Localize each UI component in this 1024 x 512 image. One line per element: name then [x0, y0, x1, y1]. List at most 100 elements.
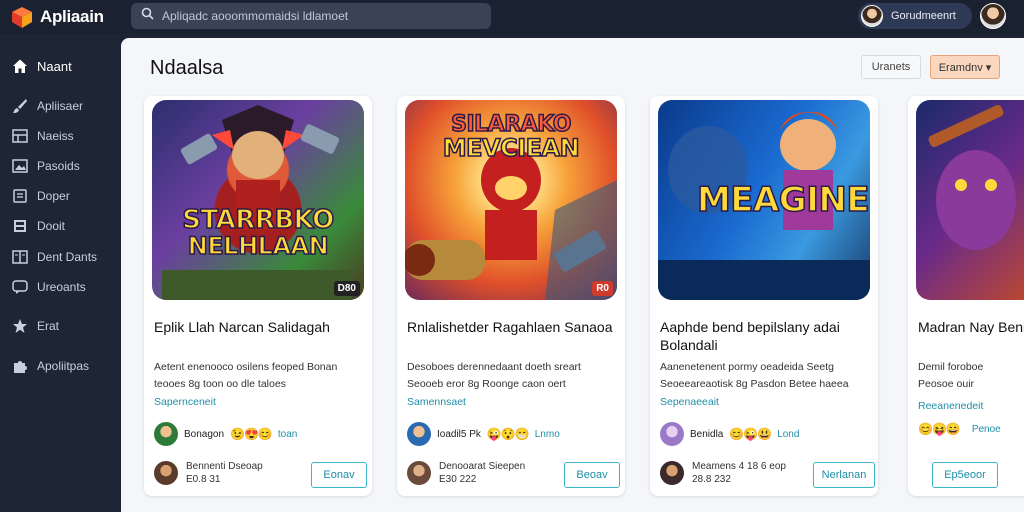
user-avatar: [861, 5, 883, 27]
game-card[interactable]: SILARAKO MEVCIEAN R0 Rnlalishetder Ragah…: [397, 96, 625, 496]
meta-row: Bennenti Dseoap E0.8 31: [154, 460, 263, 486]
meta-line-2: 28.8 232: [692, 474, 731, 485]
card-action-button[interactable]: Ep5eoor: [932, 462, 998, 488]
thumbnail-title-line2: MEAGINE: [696, 179, 870, 221]
app-name: Apliaain: [40, 7, 104, 26]
card-title[interactable]: Eplik Llah Narcan Salidagah: [154, 318, 364, 336]
filter-button[interactable]: Uranets: [861, 55, 921, 79]
reaction-count: Penoe: [971, 423, 1001, 435]
search-icon: [141, 7, 154, 25]
chat-icon: [12, 279, 28, 295]
reaction-emojis: 😊😜😃: [729, 427, 772, 441]
sidebar-item-dooit[interactable]: Dooit: [0, 213, 120, 239]
sidebar-item-apoliitpas[interactable]: Apoliitpas: [0, 353, 120, 379]
image-icon: [12, 158, 28, 174]
meta-line-1: Bennenti Dseoap: [186, 461, 263, 472]
reaction-count: Lnmo: [534, 428, 560, 440]
card-category-link[interactable]: Reeanenedeit: [918, 400, 983, 412]
card-category-link[interactable]: Samennsaet: [407, 396, 466, 408]
chevron-down-icon: ▾: [985, 61, 992, 74]
sidebar-item-label: Apoliitpas: [37, 359, 90, 373]
author-avatar[interactable]: [154, 422, 178, 446]
reaction-emojis: 😉😍😊: [230, 427, 273, 441]
card-title[interactable]: Aaphde bend bepilslany adai Bolandali: [660, 318, 870, 354]
game-thumbnail[interactable]: STARRBKO NELHLAAN D80: [152, 100, 364, 300]
thumbnail-title-line2: MEVCIEAN: [442, 133, 580, 163]
sidebar-item-label: Apliisaer: [37, 99, 84, 113]
document-icon: [12, 218, 28, 234]
author-row: Benidla 😊😜😃 Lond: [660, 422, 799, 446]
sidebar-item-label: Dent Dants: [37, 250, 98, 264]
puzzle-icon: [12, 358, 28, 374]
page-title: Ndaalsa: [150, 57, 224, 79]
thumbnail-title-line1: STARRBKO: [181, 204, 335, 236]
profile-avatar[interactable]: [980, 3, 1006, 29]
sidebar-item-label: Pasoids: [37, 159, 80, 173]
author-name[interactable]: Bonagon: [184, 429, 224, 440]
reaction-emojis: 😜😯😁: [486, 427, 530, 441]
meta-row: Denooarat Sieepen E30 222: [407, 460, 525, 486]
grid-icon: [12, 128, 28, 144]
card-description: Demil foroboe Peosoe ouir: [918, 361, 984, 390]
home-icon: [12, 58, 28, 74]
meta-line-2: E0.8 31: [186, 474, 221, 485]
sidebar-item-home[interactable]: Naant: [0, 53, 120, 79]
top-bar: Apliaain Gorudmeenrt: [0, 0, 1024, 34]
sidebar-item-dent-dants[interactable]: Dent Dants: [0, 244, 120, 270]
sidebar-item-label: Doper: [37, 189, 70, 203]
thumbnail-tag: D80: [333, 281, 360, 296]
thumbnail-title-line2: NELHLAAN: [187, 231, 329, 261]
author-avatar[interactable]: [660, 422, 684, 446]
hero-character-art: [162, 105, 352, 300]
reaction-count: toan: [277, 428, 298, 440]
profile-avatar-image: [980, 3, 1006, 29]
hero-character-art: [928, 104, 1016, 250]
publisher-avatar: [154, 461, 178, 485]
game-thumbnail[interactable]: [916, 100, 1024, 300]
card-title[interactable]: Madran Nay Benioal: [918, 318, 1024, 336]
sidebar-item-erat[interactable]: Erat: [0, 313, 120, 339]
user-name: Gorudmeenrt: [891, 10, 956, 22]
search-bar[interactable]: [131, 3, 491, 29]
reaction-count: Lond: [777, 428, 800, 440]
sidebar: Naant Apliisaer Naeiss Pasoids Doper Doo…: [0, 34, 120, 512]
sidebar-item-ureoants[interactable]: Ureoants: [0, 274, 120, 300]
star-icon: [12, 318, 28, 334]
sidebar-item-label: Naeiss: [37, 129, 74, 143]
publisher-avatar: [407, 461, 431, 485]
sort-dropdown[interactable]: Eramdnv ▾: [930, 55, 1000, 79]
game-thumbnail[interactable]: MEAGINE: [658, 100, 870, 300]
sort-label: Eramdnv: [938, 61, 983, 74]
publisher-avatar: [660, 461, 684, 485]
cube-logo-icon: [10, 5, 34, 29]
card-title[interactable]: Rnlalishetder Ragahlaen Sanaoa: [407, 318, 617, 336]
reaction-emojis: 😊😝😄: [918, 422, 961, 436]
user-menu[interactable]: Gorudmeenrt: [858, 3, 972, 29]
card-category-link[interactable]: Sapernceneit: [154, 396, 216, 408]
game-card[interactable]: Madran Nay Benioal Demil foroboe Peosoe …: [908, 96, 1024, 496]
game-thumbnail[interactable]: SILARAKO MEVCIEAN R0: [405, 100, 617, 300]
card-action-button[interactable]: Beoav: [564, 462, 620, 488]
reaction-row: 😊😝😄 Penoe: [918, 422, 1001, 436]
sidebar-item-label: Erat: [37, 319, 60, 333]
author-row: Bonagon 😉😍😊 toan: [154, 422, 297, 446]
sidebar-item-pasoids[interactable]: Pasoids: [0, 153, 120, 179]
app-logo[interactable]: Apliaain: [10, 5, 104, 29]
card-action-button[interactable]: Nerlanan: [813, 462, 875, 488]
game-card[interactable]: MEAGINE Aaphde bend bepilslany adai Bola…: [650, 96, 878, 496]
sidebar-item-apps[interactable]: Apliisaer: [0, 93, 120, 119]
meta-line-2: E30 222: [439, 474, 477, 485]
meta-line-1: Meamens 4 18 6 eop: [692, 461, 786, 472]
main-content: Ndaalsa Uranets Eramdnv ▾ STARRBKO NELHL…: [121, 38, 1024, 512]
author-avatar[interactable]: [407, 422, 431, 446]
sidebar-item-news[interactable]: Naeiss: [0, 123, 120, 149]
search-input[interactable]: [162, 9, 482, 23]
author-name[interactable]: Ioadil5 Pk: [437, 429, 481, 440]
card-category-link[interactable]: Sepenaeeait: [660, 396, 719, 408]
author-row: Ioadil5 Pk 😜😯😁 Lnmo: [407, 422, 560, 446]
card-action-button[interactable]: Eonav: [311, 462, 367, 488]
sidebar-item-label: Dooit: [37, 219, 66, 233]
game-card[interactable]: STARRBKO NELHLAAN D80 Eplik Llah Narcan …: [144, 96, 372, 496]
sidebar-item-doper[interactable]: Doper: [0, 183, 120, 209]
author-name[interactable]: Benidla: [690, 429, 723, 440]
